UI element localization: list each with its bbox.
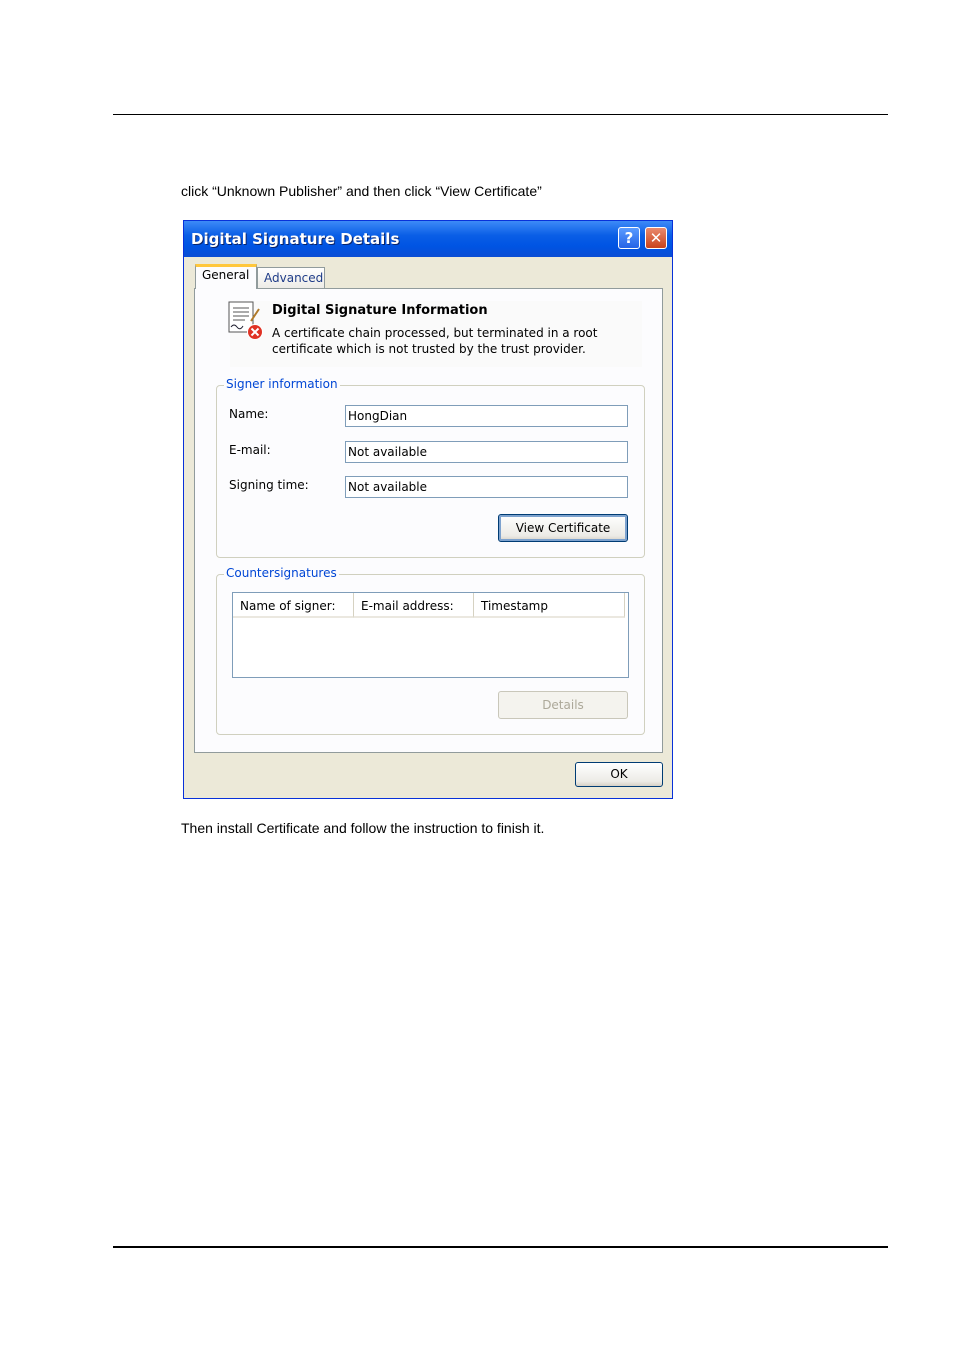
header-rule bbox=[113, 114, 888, 115]
close-icon: ✕ bbox=[649, 229, 663, 247]
certificate-error-icon bbox=[227, 301, 265, 344]
countersignatures-list[interactable]: Name of signer: E-mail address: Timestam… bbox=[232, 592, 629, 678]
signer-group-label: Signer information bbox=[224, 377, 340, 391]
name-field[interactable]: HongDian bbox=[345, 405, 628, 427]
help-button[interactable]: ? bbox=[618, 227, 640, 249]
tab-general[interactable]: General bbox=[195, 264, 257, 289]
tab-advanced[interactable]: Advanced bbox=[257, 267, 325, 289]
dialog-title: Digital Signature Details bbox=[191, 230, 400, 248]
column-header-email[interactable]: E-mail address: bbox=[354, 593, 474, 618]
details-button[interactable]: Details bbox=[498, 691, 628, 719]
instruction-bottom: Then install Certificate and follow the … bbox=[181, 820, 545, 836]
close-button[interactable]: ✕ bbox=[645, 227, 667, 249]
general-tab-panel: Digital Signature Information A certific… bbox=[194, 288, 663, 753]
countersignatures-group: Countersignatures Name of signer: E-mail… bbox=[216, 566, 645, 735]
info-message: A certificate chain processed, but termi… bbox=[272, 326, 598, 356]
ok-button[interactable]: OK bbox=[575, 762, 663, 787]
signing-time-field[interactable]: Not available bbox=[345, 476, 628, 498]
digital-signature-dialog: Digital Signature Details ? ✕ General Ad… bbox=[183, 220, 673, 799]
signer-information-group: Signer information Name: HongDian E-mail… bbox=[216, 377, 645, 558]
help-icon: ? bbox=[624, 229, 634, 247]
email-label: E-mail: bbox=[229, 443, 271, 457]
view-certificate-button[interactable]: View Certificate bbox=[498, 514, 628, 542]
column-header-name[interactable]: Name of signer: bbox=[233, 593, 354, 618]
title-bar[interactable]: Digital Signature Details ? ✕ bbox=[184, 221, 672, 257]
instruction-top: click “Unknown Publisher” and then click… bbox=[181, 183, 542, 199]
info-title: Digital Signature Information bbox=[272, 303, 488, 318]
signature-info-box: Digital Signature Information A certific… bbox=[227, 301, 642, 367]
countersignatures-group-label: Countersignatures bbox=[224, 566, 339, 580]
footer-rule bbox=[113, 1246, 888, 1248]
name-label: Name: bbox=[229, 407, 269, 421]
signing-time-label: Signing time: bbox=[229, 478, 309, 492]
email-field[interactable]: Not available bbox=[345, 441, 628, 463]
column-header-timestamp[interactable]: Timestamp bbox=[474, 593, 625, 618]
